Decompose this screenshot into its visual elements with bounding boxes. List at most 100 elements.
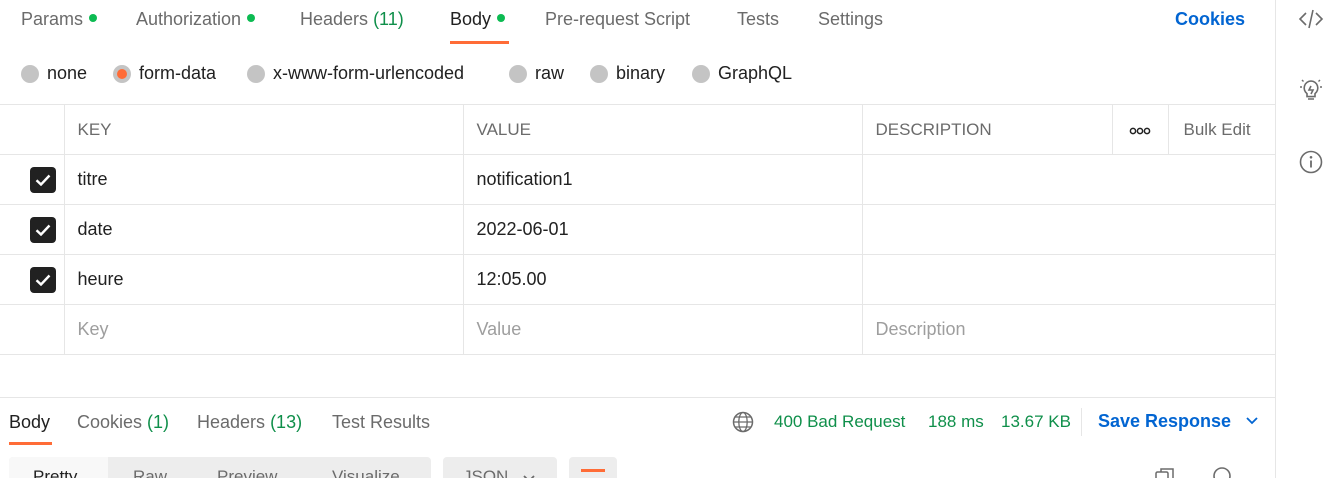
value-cell[interactable]: 12:05.00 <box>462 254 862 305</box>
response-tab-headers-label: Headers <box>197 412 266 432</box>
table-row: titre notification1 <box>0 154 1275 205</box>
radio-circle[interactable] <box>247 64 265 83</box>
view-mode-segmented-control: Pretty Raw Preview Visualize <box>9 457 431 478</box>
value-input-placeholder[interactable]: Value <box>462 304 862 355</box>
response-size[interactable]: 13.67 KB <box>1001 412 1071 432</box>
response-tab-body-label: Body <box>9 412 51 432</box>
description-cell[interactable] <box>861 154 1275 205</box>
cookies-link[interactable]: Cookies <box>1175 9 1245 30</box>
check-icon <box>35 274 51 286</box>
wrap-lines-icon <box>581 469 605 472</box>
radio-none[interactable]: none <box>21 63 87 84</box>
search-icon[interactable] <box>1212 466 1236 478</box>
radio-raw[interactable]: raw <box>509 63 564 84</box>
request-tabs: Params Authorization Headers (11) Body P… <box>0 0 1275 44</box>
tab-headers[interactable]: Headers (11) <box>300 9 404 30</box>
table-header-row: KEY VALUE DESCRIPTION Bulk Edit <box>0 104 1275 155</box>
response-tab-cookies[interactable]: Cookies (1) <box>77 412 169 433</box>
radio-graphql[interactable]: GraphQL <box>692 63 792 84</box>
tab-pre-request-script[interactable]: Pre-request Script <box>545 9 690 30</box>
description-cell[interactable] <box>861 254 1275 305</box>
view-mode-visualize[interactable]: Visualize <box>332 467 400 478</box>
tab-pre-request-script-label: Pre-request Script <box>545 9 691 29</box>
active-response-tab-underline <box>9 442 52 445</box>
chevron-down-icon <box>1246 417 1258 425</box>
radio-circle[interactable] <box>509 64 527 83</box>
response-tab-test-results[interactable]: Test Results <box>332 412 430 433</box>
row-checkbox[interactable] <box>30 266 56 293</box>
response-tab-body[interactable]: Body <box>9 412 50 433</box>
tab-authorization-label: Authorization <box>136 9 242 29</box>
key-cell[interactable]: heure <box>63 254 463 305</box>
radio-binary-label: binary <box>616 63 666 83</box>
tab-params[interactable]: Params <box>21 9 98 30</box>
tab-settings-label: Settings <box>818 9 884 29</box>
row-checkbox-cell <box>0 254 64 305</box>
description-input-placeholder[interactable]: Description <box>861 304 1275 355</box>
row-checkbox[interactable] <box>30 216 56 243</box>
radio-circle[interactable] <box>21 64 39 83</box>
radio-none-label: none <box>47 63 88 83</box>
radio-circle[interactable] <box>590 64 608 83</box>
response-tab-headers[interactable]: Headers (13) <box>197 412 302 433</box>
radio-circle[interactable] <box>692 64 710 83</box>
copy-icon[interactable] <box>1154 466 1176 478</box>
active-indicator-dot <box>89 14 98 22</box>
response-tab-test-results-label: Test Results <box>332 412 431 432</box>
check-icon <box>35 174 51 186</box>
radio-x-www-form-urlencoded[interactable]: x-www-form-urlencoded <box>247 63 464 84</box>
radio-raw-label: raw <box>535 63 565 83</box>
tab-body[interactable]: Body <box>450 9 506 30</box>
view-mode-pretty[interactable]: Pretty <box>33 467 77 478</box>
format-select[interactable]: JSON <box>443 457 557 478</box>
more-options-button[interactable] <box>1111 104 1168 155</box>
value-cell[interactable]: notification1 <box>462 154 862 205</box>
radio-circle-selected[interactable] <box>113 64 131 83</box>
key-column-header: KEY <box>63 104 463 155</box>
response-status[interactable]: 400 Bad Request <box>774 412 905 432</box>
table-row: date 2022-06-01 <box>0 204 1275 255</box>
bulk-edit-button[interactable]: Bulk Edit <box>1167 104 1275 155</box>
tab-tests[interactable]: Tests <box>737 9 779 30</box>
response-bar: Body Cookies (1) Headers (13) Test Resul… <box>0 397 1275 447</box>
value-cell[interactable]: 2022-06-01 <box>462 204 862 255</box>
save-response-label: Save Response <box>1098 411 1232 431</box>
view-mode-preview[interactable]: Preview <box>217 467 277 478</box>
key-cell[interactable]: date <box>63 204 463 255</box>
tab-headers-label: Headers <box>300 9 369 29</box>
active-tab-underline <box>450 41 509 44</box>
radio-form-data-label: form-data <box>139 63 217 83</box>
row-checkbox-cell <box>0 204 64 255</box>
table-row: heure 12:05.00 <box>0 254 1275 305</box>
row-checkbox[interactable] <box>30 166 56 193</box>
response-time[interactable]: 188 ms <box>928 412 984 432</box>
radio-form-data[interactable]: form-data <box>113 63 216 84</box>
body-type-radios: none form-data x-www-form-urlencoded raw… <box>0 58 1275 92</box>
radio-binary[interactable]: binary <box>590 63 665 84</box>
radio-urlencoded-label: x-www-form-urlencoded <box>273 63 465 83</box>
response-tab-cookies-label: Cookies <box>77 412 143 432</box>
tab-params-label: Params <box>21 9 84 29</box>
tab-tests-label: Tests <box>737 9 780 29</box>
lightbulb-icon[interactable] <box>1298 77 1324 103</box>
tab-body-label: Body <box>450 9 492 29</box>
tab-authorization[interactable]: Authorization <box>136 9 256 30</box>
key-input-placeholder[interactable]: Key <box>63 304 463 355</box>
format-select-value: JSON <box>463 467 509 478</box>
form-data-table: KEY VALUE DESCRIPTION Bulk Edit titre no… <box>0 104 1275 355</box>
description-cell[interactable] <box>861 204 1275 255</box>
view-mode-raw[interactable]: Raw <box>133 467 167 478</box>
description-column-header: DESCRIPTION <box>861 104 1112 155</box>
row-checkbox-cell <box>0 154 64 205</box>
key-cell[interactable]: titre <box>63 154 463 205</box>
value-column-header: VALUE <box>462 104 862 155</box>
active-indicator-dot <box>497 14 506 22</box>
tab-settings[interactable]: Settings <box>818 9 883 30</box>
checkbox-header <box>0 104 64 155</box>
table-row-empty: Key Value Description <box>0 304 1275 355</box>
save-response-button[interactable]: Save Response <box>1098 411 1258 432</box>
code-icon[interactable] <box>1298 6 1324 32</box>
info-icon[interactable] <box>1298 149 1324 175</box>
globe-icon[interactable] <box>732 411 754 433</box>
wrap-lines-button[interactable] <box>569 457 617 478</box>
